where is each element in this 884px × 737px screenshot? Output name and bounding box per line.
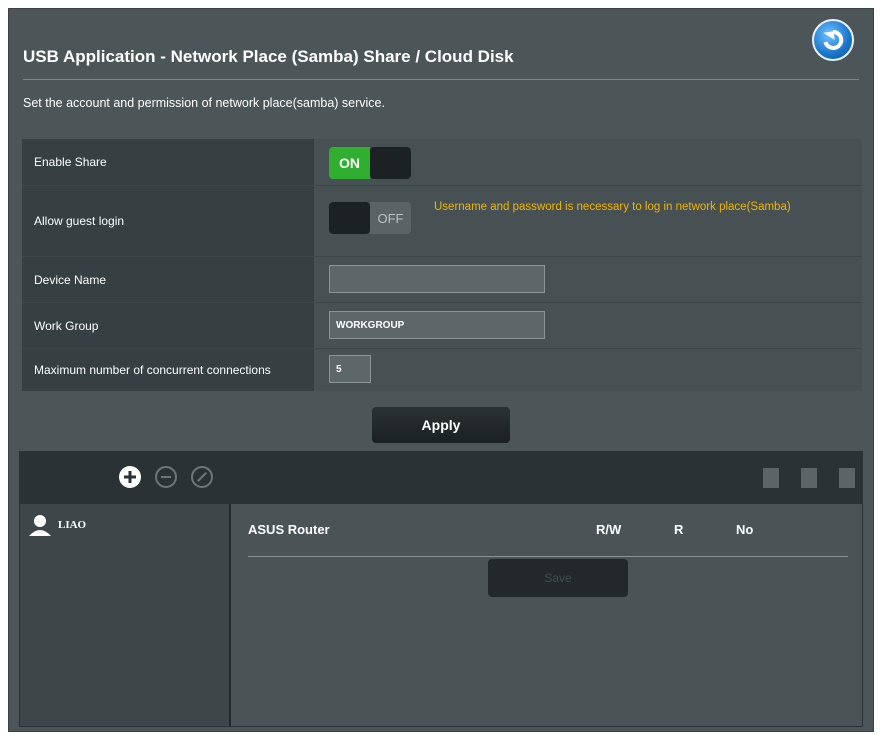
edit-folder-icon[interactable] <box>839 468 855 488</box>
work-group-row: Work Group WORKGROUP <box>22 303 862 349</box>
permission-divider <box>248 556 848 557</box>
save-permission-button[interactable]: Save <box>488 559 628 597</box>
page-title: USB Application - Network Place (Samba) … <box>23 47 514 66</box>
plus-glyph <box>124 471 136 483</box>
no-column-header: No <box>736 522 754 537</box>
account-toolbar <box>19 451 863 503</box>
user-name: LIAO <box>58 519 87 531</box>
samba-settings-panel: USB Application - Network Place (Samba) … <box>8 8 874 732</box>
remove-icon[interactable] <box>155 466 177 488</box>
add-icon[interactable] <box>119 466 141 488</box>
device-name-row: Device Name <box>22 257 862 303</box>
page-description: Set the account and permission of networ… <box>23 96 385 110</box>
max-connections-input[interactable]: 5 <box>329 355 371 383</box>
max-connections-value: 5 <box>314 349 862 391</box>
work-group-label: Work Group <box>22 303 314 348</box>
allow-guest-label: Allow guest login <box>22 186 314 256</box>
modify-icon[interactable] <box>191 466 213 488</box>
apply-button[interactable]: Apply <box>372 407 510 443</box>
r-column-header: R <box>674 522 684 537</box>
slash-glyph <box>197 472 207 482</box>
toggle-off-text: OFF <box>370 202 411 234</box>
toggle-on-text: ON <box>329 147 370 179</box>
device-name-header: ASUS Router <box>248 522 330 537</box>
permission-table: ASUS Router R/W R No Save <box>231 504 862 726</box>
delete-folder-icon[interactable] <box>801 468 817 488</box>
enable-share-row: Enable Share ON <box>22 139 862 186</box>
device-name-label: Device Name <box>22 257 314 302</box>
device-name-input[interactable] <box>329 265 545 293</box>
guest-login-note: Username and password is necessary to lo… <box>434 201 791 213</box>
work-group-value: WORKGROUP <box>314 303 862 348</box>
add-folder-icon[interactable] <box>763 468 779 488</box>
user-item[interactable]: LIAO <box>28 514 86 536</box>
enable-share-toggle[interactable]: ON <box>329 147 411 179</box>
allow-guest-value: OFF Username and password is necessary t… <box>314 186 862 256</box>
max-connections-label: Maximum number of concurrent connections <box>22 349 314 391</box>
enable-share-value: ON <box>314 139 862 185</box>
allow-guest-toggle[interactable]: OFF <box>329 202 411 234</box>
toggle-knob <box>329 202 370 234</box>
back-arrow-icon[interactable] <box>812 19 854 61</box>
work-group-input[interactable]: WORKGROUP <box>329 311 545 339</box>
title-divider <box>23 79 859 80</box>
user-icon <box>29 515 51 536</box>
user-list: LIAO <box>20 504 231 726</box>
minus-glyph <box>161 476 171 478</box>
permission-area: LIAO ASUS Router R/W R No Save <box>19 503 863 727</box>
device-name-value <box>314 257 862 302</box>
enable-share-label: Enable Share <box>22 139 314 185</box>
settings-table: Enable Share ON Allow guest login OFF Us… <box>22 139 862 391</box>
max-connections-row: Maximum number of concurrent connections… <box>22 349 862 391</box>
allow-guest-row: Allow guest login OFF Username and passw… <box>22 186 862 257</box>
back-arrow-glyph <box>823 29 844 50</box>
rw-column-header: R/W <box>596 522 622 537</box>
toggle-knob <box>370 147 411 179</box>
